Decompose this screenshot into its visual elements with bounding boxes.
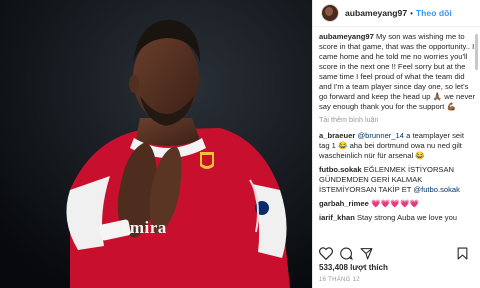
comment-mention[interactable]: @futbo.sokak [413,185,460,194]
load-more-comments-link[interactable]: Tải thêm bình luận [319,115,475,125]
post-photo[interactable]: Emira [0,0,312,288]
praying-hands-icon: 🙏🏾 [432,92,443,101]
comment-icon[interactable] [340,247,353,260]
post-date: 16 THÁNG 12 [319,277,360,283]
comment-username[interactable]: garbah_rimee [319,199,369,208]
comment-4: iarif_khan Stay strong Auba we love you [319,213,475,223]
muscle-icon: 💪🏾 [446,102,456,111]
comment-mention[interactable]: @brunner_14 [357,131,404,140]
player-photo-illustration [0,0,312,288]
side-panel: aubameyang97 • Theo dõi aubameyang97 My … [312,0,480,288]
bookmark-icon[interactable] [457,247,468,260]
sponsor-text: Emira [118,218,167,237]
header-separator: • [410,8,413,18]
comment-username[interactable]: a_braeuer [319,131,355,140]
comment-2: futbo.sokak EĞLENMEK İSTİYORSAN GÜNDEMDE… [319,165,475,195]
comments-area: aubameyang97 My son was wishing me to sc… [313,32,480,227]
comment-text: Stay strong Auba we love you [354,213,458,222]
instagram-post: Emira aubameyang97 • Theo dõi aubameyang… [0,0,480,288]
comment-text: 💗💗💗💗💗 [368,199,420,208]
action-bar [319,246,475,260]
caption-username[interactable]: aubameyang97 [319,32,374,41]
caption: aubameyang97 My son was wishing me to sc… [319,32,475,112]
comment-username[interactable]: futbo.sokak [319,165,362,174]
comment-3: garbah_rimee 💗💗💗💗💗 [319,199,475,209]
likes-count[interactable]: 533,408 lượt thích [319,263,388,272]
header-username[interactable]: aubameyang97 [345,8,407,18]
heart-icon[interactable] [319,246,333,260]
share-icon[interactable] [360,247,373,260]
comment-1: a_braeuer @brunner_14 a teamplayer seit … [319,131,475,161]
post-header: aubameyang97 • Theo dõi [313,0,480,27]
caption-text: My son was wishing me to score in that g… [319,32,475,101]
follow-button[interactable]: Theo dõi [416,8,452,18]
comment-username[interactable]: iarif_khan [319,213,355,222]
avatar[interactable] [321,4,339,22]
